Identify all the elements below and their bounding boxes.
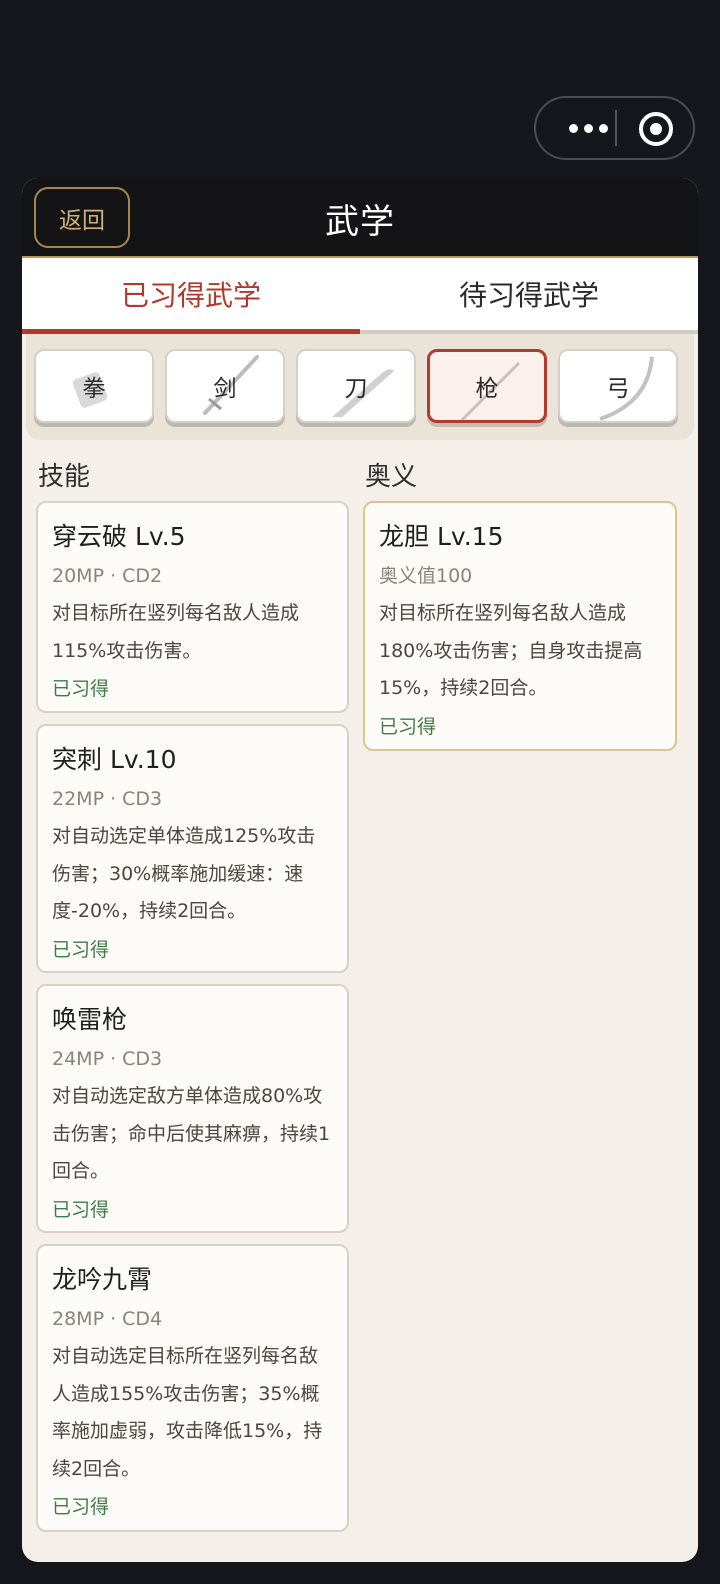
weapon-sword-label: 剑 xyxy=(213,376,237,402)
weapon-bow-label: 弓 xyxy=(606,376,630,402)
weapon-fist-label: 拳 xyxy=(82,376,106,402)
skill-card[interactable]: 穿云破 Lv.5 20MP · CD2 对目标所在竖列每名敌人造成115%攻击伤… xyxy=(36,501,349,713)
ultimate-card[interactable]: 龙胆 Lv.15 奥义值100 对目标所在竖列每名敌人造成180%攻击伤害；自身… xyxy=(363,501,677,751)
skill-card[interactable]: 龙吟九霄 28MP · CD4 对自动选定目标所在竖列每名敌人造成155%攻击伤… xyxy=(36,1244,349,1532)
weapon-blade-button[interactable]: 刀 xyxy=(296,349,416,423)
skills-heading: 技能 xyxy=(38,462,91,492)
learned-status: 已习得 xyxy=(52,1496,110,1518)
skill-description: 对自动选定单体造成125%攻击伤害；30%概率施加缓速：速度-20%，持续2回合… xyxy=(52,825,316,922)
weapon-blade-label: 刀 xyxy=(344,376,368,402)
skill-cost: 28MP · CD4 xyxy=(52,1308,163,1330)
skill-name: 龙吟九霄 xyxy=(52,1265,153,1294)
mini-program-capsule xyxy=(534,96,695,160)
learned-status: 已习得 xyxy=(379,715,437,738)
back-button[interactable]: 返回 xyxy=(34,187,130,248)
capsule-divider xyxy=(615,110,617,146)
skill-name: 唤雷枪 xyxy=(52,1005,128,1034)
weapon-fist-button[interactable]: 拳 xyxy=(34,349,154,423)
learned-status: 已习得 xyxy=(52,678,110,700)
ultimate-description: 对目标所在竖列每名敌人造成180%攻击伤害；自身攻击提高15%，持续2回合。 xyxy=(379,602,643,699)
skill-name: 突刺 Lv.10 xyxy=(52,745,177,774)
more-dots-icon[interactable] xyxy=(558,98,618,158)
header: 返回 武学 xyxy=(22,178,698,258)
skill-card[interactable]: 突刺 Lv.10 22MP · CD3 对自动选定单体造成125%攻击伤害；30… xyxy=(36,724,349,973)
ultimate-cost: 奥义值100 xyxy=(379,565,473,587)
martial-arts-panel: 返回 武学 已习得武学 待习得武学 拳 剑 刀 枪 弓 技能 奥义 穿云破 Lv… xyxy=(22,178,698,1562)
skill-cost: 22MP · CD3 xyxy=(52,788,163,810)
ultimate-heading: 奥义 xyxy=(365,462,418,492)
weapon-bow-button[interactable]: 弓 xyxy=(558,349,678,423)
skill-cost: 20MP · CD2 xyxy=(52,565,163,587)
learned-status: 已习得 xyxy=(52,938,110,961)
weapon-spear-button[interactable]: 枪 xyxy=(427,349,547,423)
skill-card[interactable]: 唤雷枪 24MP · CD3 对自动选定敌方单体造成80%攻击伤害；命中后使其麻… xyxy=(36,984,349,1233)
skill-cost: 24MP · CD3 xyxy=(52,1048,163,1070)
skill-description: 对目标所在竖列每名敌人造成115%攻击伤害。 xyxy=(52,602,300,662)
weapon-sword-button[interactable]: 剑 xyxy=(165,349,285,423)
tab-to-learn[interactable]: 待习得武学 xyxy=(360,258,698,334)
weapon-spear-label: 枪 xyxy=(475,376,499,402)
skill-name: 穿云破 Lv.5 xyxy=(52,522,186,551)
skill-description: 对自动选定目标所在竖列每名敌人造成155%攻击伤害；35%概率施加虚弱，攻击降低… xyxy=(52,1345,323,1480)
weapon-filter-bar: 拳 剑 刀 枪 弓 xyxy=(26,334,694,440)
target-circle-icon[interactable] xyxy=(639,112,673,146)
learned-status: 已习得 xyxy=(52,1198,110,1221)
skill-description: 对自动选定敌方单体造成80%攻击伤害；命中后使其麻痹，持续1回合。 xyxy=(52,1085,331,1182)
ultimate-name: 龙胆 Lv.15 xyxy=(379,522,504,551)
tab-learned[interactable]: 已习得武学 xyxy=(22,258,360,334)
tab-bar: 已习得武学 待习得武学 xyxy=(22,258,698,334)
